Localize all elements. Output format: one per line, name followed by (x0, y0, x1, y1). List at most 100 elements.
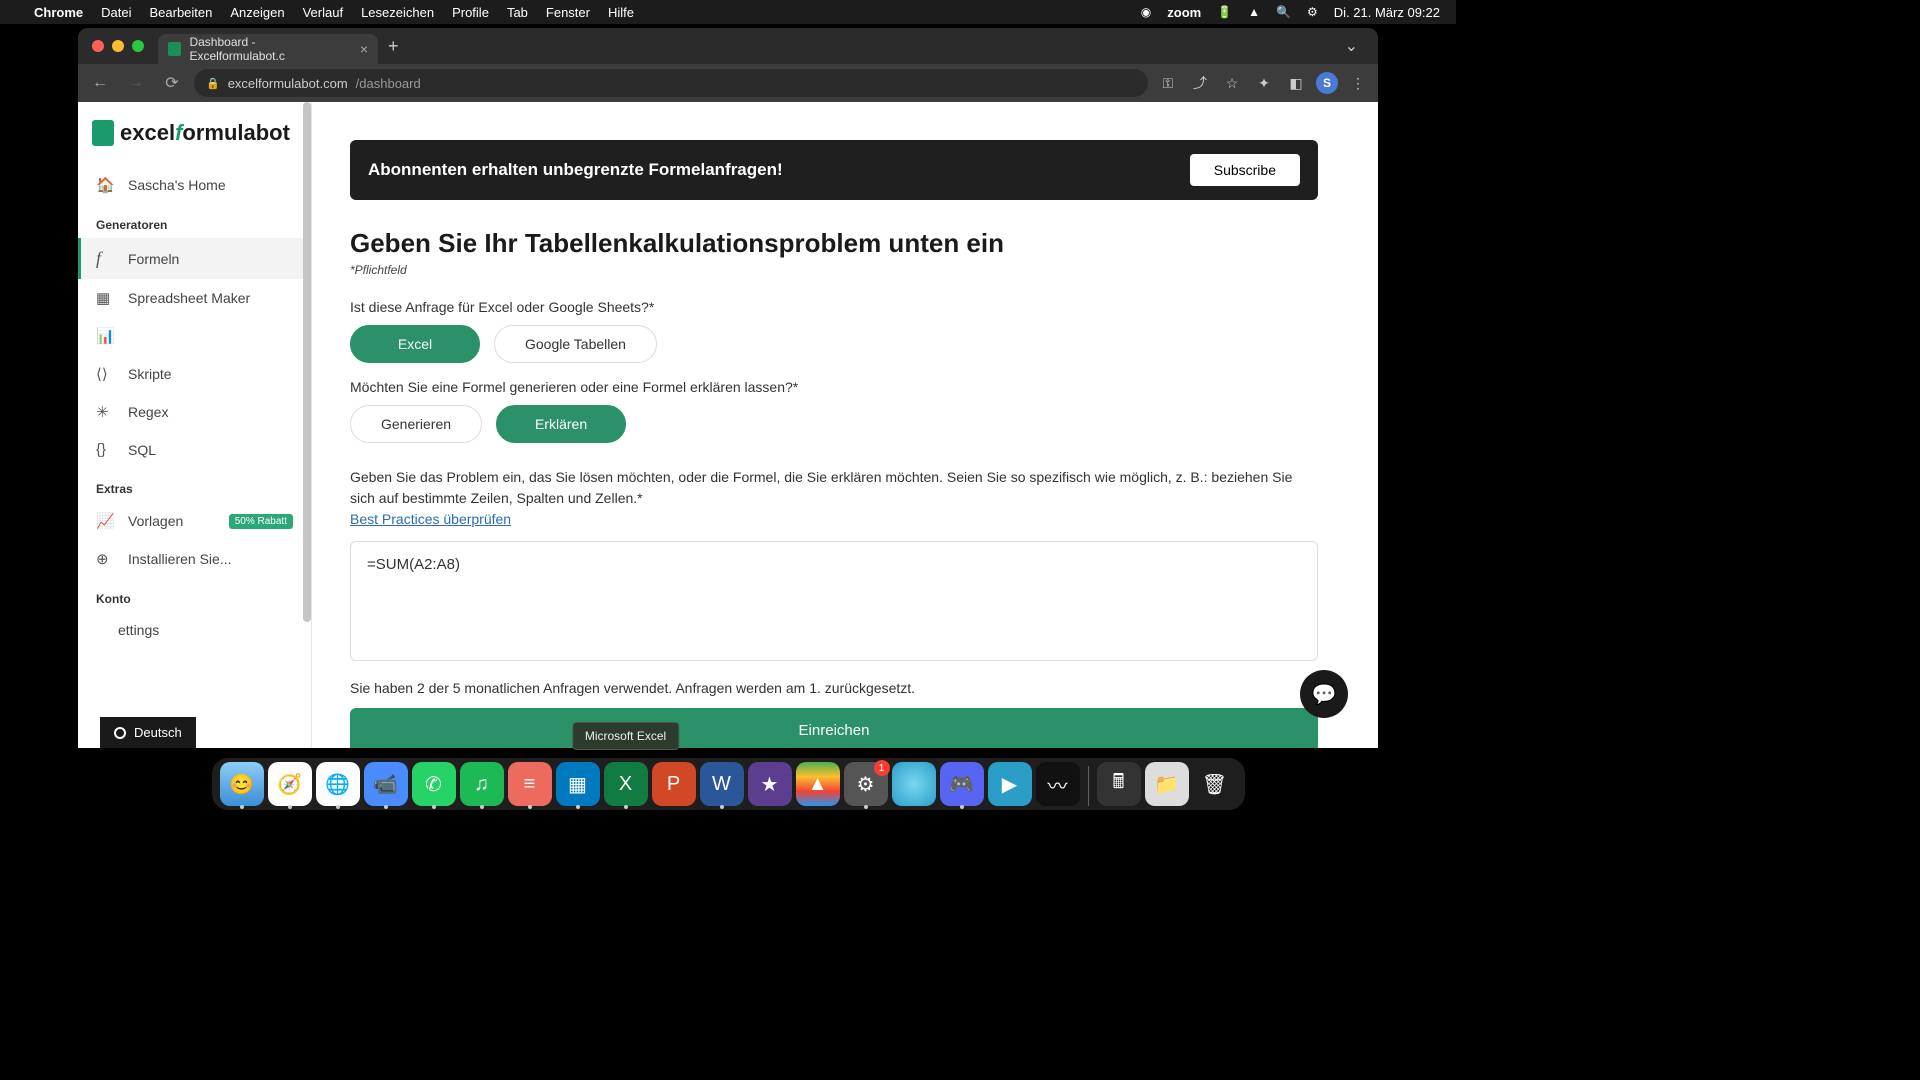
forward-button[interactable]: → (122, 74, 150, 92)
browser-tab-active[interactable]: Dashboard - Excelformulabot.c × (158, 34, 378, 64)
submit-button[interactable]: Einreichen (350, 708, 1318, 748)
close-tab-icon[interactable]: × (360, 41, 368, 57)
scrollbar-thumb[interactable] (303, 102, 311, 622)
dock-safari[interactable]: 🧭 (268, 762, 312, 806)
zoom-status[interactable]: zoom (1167, 5, 1201, 20)
lock-icon: 🔒 (206, 77, 220, 90)
sidebar-spreadsheet-label: Spreadsheet Maker (128, 290, 250, 306)
menubar-datetime[interactable]: Di. 21. März 09:22 (1334, 5, 1440, 20)
dock-settings[interactable]: ⚙ 1 (844, 762, 888, 806)
option-excel[interactable]: Excel (350, 325, 480, 363)
sidebar-skripte[interactable]: ⟨⟩ Skripte (78, 355, 311, 393)
minimize-window-button[interactable] (112, 40, 124, 52)
dock-chrome[interactable]: 🌐 (316, 762, 360, 806)
dock-voice-memos[interactable]: 〰 (1036, 762, 1080, 806)
menu-fenster[interactable]: Fenster (546, 5, 590, 20)
formula-input[interactable] (350, 541, 1318, 661)
question-platform: Ist diese Anfrage für Excel oder Google … (350, 299, 1318, 315)
chat-fab-button[interactable]: 💬 (1300, 670, 1348, 718)
dock-todoist[interactable]: ≡ (508, 762, 552, 806)
dock-excel[interactable]: X Microsoft Excel (604, 762, 648, 806)
sidebar-regex[interactable]: ✳ Regex (78, 393, 311, 431)
chart-icon: 📊 (96, 327, 114, 345)
menu-tab[interactable]: Tab (507, 5, 528, 20)
app-sidebar: excelformulabot 🏠 Sascha's Home Generato… (78, 102, 312, 748)
dock-calculator[interactable]: 🖩 (1097, 762, 1141, 806)
sidebar-regex-label: Regex (128, 404, 168, 420)
menu-verlauf[interactable]: Verlauf (303, 5, 343, 20)
subscribe-button[interactable]: Subscribe (1190, 154, 1300, 186)
menu-lesezeichen[interactable]: Lesezeichen (361, 5, 434, 20)
sidebar-vorlagen-label: Vorlagen (128, 513, 183, 529)
question-mode: Möchten Sie eine Formel generieren oder … (350, 379, 1318, 395)
control-center-icon[interactable]: ⚙ (1307, 5, 1318, 19)
code-icon: ⟨⟩ (96, 365, 114, 383)
prompt-instructions: Geben Sie das Problem ein, das Sie lösen… (350, 467, 1318, 509)
dock-word[interactable]: W (700, 762, 744, 806)
reload-button[interactable]: ⟳ (158, 73, 186, 93)
sidebar-home-label: Sascha's Home (128, 177, 226, 193)
sidebar-install[interactable]: ⊕ Installieren Sie... (78, 540, 311, 578)
dock-whatsapp[interactable]: ✆ (412, 762, 456, 806)
dock-googledrive[interactable]: ▲ (796, 762, 840, 806)
sidepanel-icon[interactable]: ◧ (1284, 75, 1308, 92)
bars-icon: 📈 (96, 512, 114, 530)
logo-text-post: ormulabot (182, 120, 290, 146)
tab-overflow-icon[interactable]: ⌄ (1345, 36, 1358, 56)
bookmark-star-icon[interactable]: ☆ (1220, 75, 1244, 92)
chrome-window: Dashboard - Excelformulabot.c × + ⌄ ← → … (78, 28, 1378, 748)
sidebar-formeln[interactable]: f Formeln (78, 238, 311, 279)
new-tab-button[interactable]: + (388, 36, 399, 57)
app-logo[interactable]: excelformulabot (78, 120, 311, 166)
language-switcher[interactable]: Deutsch (100, 717, 196, 748)
back-button[interactable]: ← (86, 74, 114, 92)
sidebar-home[interactable]: 🏠 Sascha's Home (78, 166, 311, 204)
chrome-menu-icon[interactable]: ⋮ (1346, 75, 1370, 92)
best-practices-link[interactable]: Best Practices überprüfen (350, 511, 511, 527)
sidebar-scrollbar[interactable] (303, 102, 311, 748)
sidebar-section-konto: Konto (78, 578, 311, 612)
profile-avatar[interactable]: S (1316, 72, 1338, 94)
dock-zoom[interactable]: 📹 (364, 762, 408, 806)
menu-datei[interactable]: Datei (101, 5, 131, 20)
dock-trello[interactable]: ▦ (556, 762, 600, 806)
menubar-app[interactable]: Chrome (34, 5, 83, 20)
battery-icon[interactable]: 🔋 (1217, 5, 1232, 19)
dock-finder[interactable]: 😊 (220, 762, 264, 806)
close-window-button[interactable] (92, 40, 104, 52)
record-icon[interactable]: ◉ (1141, 5, 1151, 19)
dock-trash[interactable]: 🗑 (1193, 762, 1237, 806)
sidebar-chart[interactable]: 📊 (78, 317, 311, 355)
dock-powerpoint[interactable]: P (652, 762, 696, 806)
password-key-icon[interactable]: ⚿ (1156, 75, 1180, 92)
braces-icon: {} (96, 441, 114, 458)
menu-hilfe[interactable]: Hilfe (608, 5, 634, 20)
sidebar-sql[interactable]: {} SQL (78, 431, 311, 468)
spotlight-icon[interactable]: 🔍 (1276, 5, 1291, 19)
dock-imovie[interactable]: ★ (748, 762, 792, 806)
dock-downloads[interactable]: 📁 (1145, 762, 1189, 806)
address-bar[interactable]: 🔒 excelformulabot.com/dashboard (194, 69, 1148, 97)
subscribe-banner: Abonnenten erhalten unbegrenzte Formelan… (350, 140, 1318, 200)
dock-discord[interactable]: 🎮 (940, 762, 984, 806)
dock-spotify[interactable]: ♫ (460, 762, 504, 806)
language-icon (114, 727, 126, 739)
option-google-sheets[interactable]: Google Tabellen (494, 325, 657, 363)
logo-text-pre: excel (120, 120, 175, 146)
menu-profile[interactable]: Profile (452, 5, 489, 20)
sidebar-vorlagen[interactable]: 📈 Vorlagen 50% Rabatt (78, 502, 311, 540)
sidebar-settings[interactable]: ettings (78, 612, 311, 648)
fullscreen-window-button[interactable] (132, 40, 144, 52)
wifi-icon[interactable]: ▲ (1248, 5, 1260, 19)
sidebar-spreadsheet-maker[interactable]: ▦ Spreadsheet Maker (78, 279, 311, 317)
option-explain[interactable]: Erklären (496, 405, 626, 443)
menu-bearbeiten[interactable]: Bearbeiten (149, 5, 212, 20)
plus-circle-icon: ⊕ (96, 550, 114, 568)
app-content: excelformulabot 🏠 Sascha's Home Generato… (78, 102, 1378, 748)
option-generate[interactable]: Generieren (350, 405, 482, 443)
extensions-icon[interactable]: ✦ (1252, 75, 1276, 92)
share-icon[interactable]: ⤴ (1188, 73, 1212, 93)
menu-anzeigen[interactable]: Anzeigen (230, 5, 284, 20)
dock-quicktime[interactable]: ▶ (988, 762, 1032, 806)
dock-app-blue[interactable] (892, 762, 936, 806)
